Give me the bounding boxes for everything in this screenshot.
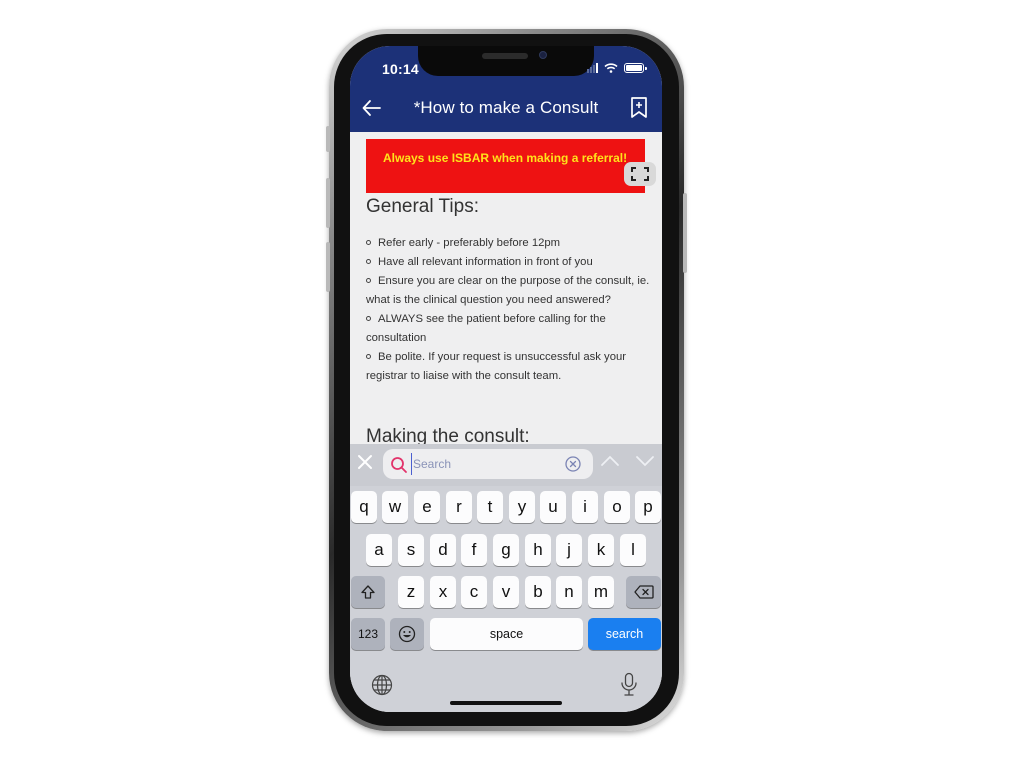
battery-fill (626, 65, 642, 71)
key-w[interactable]: w (382, 491, 408, 523)
microphone-icon[interactable] (620, 672, 638, 698)
key-n[interactable]: n (556, 576, 582, 608)
list-item: Be polite. If your request is unsuccessf… (366, 348, 650, 386)
chevron-down-icon[interactable] (635, 454, 655, 468)
volume-up-button (326, 178, 330, 228)
status-icons (587, 63, 647, 73)
key-d[interactable]: d (430, 534, 456, 566)
key-p[interactable]: p (635, 491, 661, 523)
key-l[interactable]: l (620, 534, 646, 566)
battery-icon (624, 63, 647, 73)
key-v[interactable]: v (493, 576, 519, 608)
list-item: Ensure you are clear on the purpose of t… (366, 272, 650, 310)
on-screen-keyboard: q w e r t y u i o p a s d f g h j k l z … (350, 486, 662, 712)
back-arrow-icon[interactable] (360, 96, 384, 120)
front-camera (539, 51, 547, 59)
wifi-icon (604, 63, 618, 73)
delete-key[interactable] (626, 576, 661, 608)
key-s[interactable]: s (398, 534, 424, 566)
tips-list: Refer early - preferably before 12pm Hav… (366, 234, 650, 386)
find-search-input[interactable] (411, 453, 561, 475)
tip-text: Be polite. If your request is unsuccessf… (366, 351, 627, 382)
emoji-key[interactable] (390, 618, 424, 650)
home-indicator[interactable] (450, 701, 562, 705)
bullet-icon (366, 240, 371, 246)
bookmark-add-icon[interactable] (628, 96, 650, 120)
key-k[interactable]: k (588, 534, 614, 566)
close-icon[interactable] (356, 453, 374, 471)
key-b[interactable]: b (525, 576, 551, 608)
speaker-grille (482, 53, 528, 59)
key-z[interactable]: z (398, 576, 424, 608)
search-key[interactable]: search (588, 618, 661, 650)
page-title: *How to make a Consult (413, 98, 599, 117)
key-y[interactable]: y (509, 491, 535, 523)
key-m[interactable]: m (588, 576, 614, 608)
globe-icon[interactable] (371, 674, 393, 696)
clear-icon[interactable] (565, 456, 581, 472)
bullet-icon (366, 354, 371, 360)
numbers-key[interactable]: 123 (351, 618, 385, 650)
expand-button[interactable] (624, 162, 656, 186)
key-i[interactable]: i (572, 491, 598, 523)
tip-text: Ensure you are clear on the purpose of t… (366, 275, 650, 306)
key-h[interactable]: h (525, 534, 551, 566)
key-t[interactable]: t (477, 491, 503, 523)
key-u[interactable]: u (540, 491, 566, 523)
key-q[interactable]: q (351, 491, 377, 523)
list-item: Refer early - preferably before 12pm (366, 234, 650, 253)
volume-down-button (326, 242, 330, 292)
isbar-alert-box: Always use ISBAR when making a referral! (366, 139, 645, 193)
bullet-icon (366, 259, 371, 265)
article-content: Always use ISBAR when making a referral!… (350, 132, 662, 444)
key-r[interactable]: r (446, 491, 472, 523)
key-a[interactable]: a (366, 534, 392, 566)
shift-key[interactable] (351, 576, 385, 608)
general-tips-heading: General Tips: (366, 196, 479, 217)
search-icon (391, 457, 407, 473)
backspace-icon (633, 585, 654, 599)
key-o[interactable]: o (604, 491, 630, 523)
bullet-icon (366, 316, 371, 322)
list-item: Have all relevant information in front o… (366, 253, 650, 272)
key-e[interactable]: e (414, 491, 440, 523)
making-consult-heading: Making the consult: (366, 426, 530, 444)
bullet-icon (366, 278, 371, 284)
tip-text: Have all relevant information in front o… (378, 256, 593, 268)
key-f[interactable]: f (461, 534, 487, 566)
tip-text: ALWAYS see the patient before calling fo… (366, 313, 606, 344)
status-time: 10:14 (382, 61, 419, 77)
key-c[interactable]: c (461, 576, 487, 608)
find-search-field[interactable] (383, 449, 593, 479)
shift-icon (361, 585, 375, 599)
space-key[interactable]: space (430, 618, 583, 650)
key-j[interactable]: j (556, 534, 582, 566)
key-x[interactable]: x (430, 576, 456, 608)
notch (418, 46, 594, 76)
list-item: ALWAYS see the patient before calling fo… (366, 310, 650, 348)
app-header: 10:14 *How to make a Consult (350, 46, 662, 132)
power-button (683, 193, 687, 273)
tip-text: Refer early - preferably before 12pm (378, 237, 561, 249)
fullscreen-icon (631, 167, 649, 181)
key-g[interactable]: g (493, 534, 519, 566)
chevron-up-icon[interactable] (600, 454, 620, 468)
find-in-page-bar (350, 444, 662, 486)
emoji-icon (398, 625, 416, 643)
signal-icon (587, 63, 598, 73)
mute-switch (326, 126, 330, 152)
phone-screen: 10:14 *How to make a Consult Always use … (350, 46, 662, 712)
